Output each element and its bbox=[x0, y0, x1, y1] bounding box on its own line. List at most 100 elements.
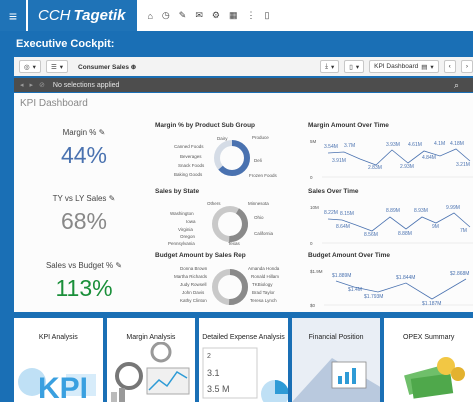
data-label: 9.99M bbox=[446, 205, 460, 211]
donut-sales-by-state[interactable]: Others Minnesota Washington Iowa Virgini… bbox=[162, 199, 302, 251]
donut-label: Frozen Foods bbox=[249, 173, 278, 178]
tile-label-overlay: Financial Position bbox=[308, 334, 364, 341]
tile-label: Margin Analysis bbox=[126, 334, 176, 341]
kpi-margin[interactable]: Margin % ✎ 44% bbox=[24, 128, 144, 169]
donut-margin-subgroup[interactable]: Dairy Produce Canned Foods Beverages Sna… bbox=[162, 133, 302, 185]
chart-title-budget-over-time: Budget Amount Over Time bbox=[308, 252, 390, 259]
page-title: Executive Cockpit: bbox=[16, 38, 115, 50]
donut-label: Snack Foods bbox=[178, 163, 205, 168]
donut-label: Produce bbox=[252, 135, 269, 140]
data-label: $1.4M bbox=[348, 287, 362, 293]
mail-icon[interactable]: ✉ bbox=[195, 10, 203, 21]
donut-label: Dairy bbox=[217, 136, 228, 141]
data-label: 7M bbox=[460, 228, 467, 234]
chevron-down-icon: ▾ bbox=[331, 63, 335, 71]
svg-text:3.5 M: 3.5 M bbox=[207, 384, 230, 394]
donut-label: Ronald Hillam bbox=[251, 274, 279, 279]
donut-label: Virginia bbox=[178, 227, 193, 232]
search-icon[interactable]: ⌕ bbox=[454, 80, 459, 91]
donut-label: Teresa Lynch bbox=[250, 298, 277, 303]
forward-step-icon[interactable]: ▸ bbox=[30, 81, 34, 89]
chart-title-margin-subgroup: Margin % by Product Sub Group bbox=[155, 122, 256, 129]
donut-label: Canned Foods bbox=[174, 144, 204, 149]
brand-left: CCH bbox=[38, 7, 71, 24]
tile-opex-summary[interactable]: OPEX Summary bbox=[384, 318, 473, 402]
donut-label: Iowa bbox=[186, 219, 196, 224]
chevron-left-icon: ‹ bbox=[448, 63, 451, 70]
data-label: 8.89M bbox=[386, 208, 400, 214]
filter-label[interactable]: Consumer Sales ⊕ bbox=[78, 63, 136, 71]
home-icon[interactable]: ⌂ bbox=[147, 11, 152, 21]
next-sheet-button[interactable]: › bbox=[460, 60, 473, 73]
back-step-icon[interactable]: ◂ bbox=[20, 81, 24, 89]
data-label: 8.22M bbox=[324, 210, 338, 216]
kpi-label: TY vs LY Sales ✎ bbox=[52, 194, 116, 203]
bookmark-icon: ▯ bbox=[349, 63, 353, 71]
data-label: 8.15M bbox=[340, 211, 354, 217]
pencil-icon: ✎ bbox=[115, 261, 123, 270]
data-label: 8.93M bbox=[414, 208, 428, 214]
tile-financial-position[interactable]: Financial Position Financial Position bbox=[291, 318, 381, 402]
donut-label: Martha Richards bbox=[174, 274, 208, 279]
kpi-label: Sales vs Budget % ✎ bbox=[45, 261, 123, 270]
data-label: $1.187M bbox=[422, 301, 441, 307]
brand-logo[interactable]: CCH Tagetik bbox=[28, 0, 138, 31]
kpi-dashboard-panel: KPI Dashboard Margin % ✎ 44% TY vs LY Sa… bbox=[14, 93, 473, 312]
data-label: 9M bbox=[432, 224, 439, 230]
menu-icon[interactable]: ≡ bbox=[0, 0, 26, 31]
data-label: 2.93M bbox=[400, 164, 414, 170]
bookmark-dropdown[interactable]: ▯ ▾ bbox=[344, 60, 365, 73]
grid-icon[interactable]: ▦ bbox=[229, 10, 238, 21]
kpi-value: 68% bbox=[60, 208, 108, 234]
selections-bar: ◂ ▸ ⊘ No selections applied ⌕ bbox=[14, 78, 473, 92]
tile-label: OPEX Summary bbox=[402, 334, 455, 341]
list-dropdown[interactable]: ☰ ▾ bbox=[45, 60, 69, 73]
line-margin-over-time[interactable]: 5M 0 3.54M 3.7M 3.91M 2.83M 3.93M 2.93M … bbox=[310, 135, 473, 183]
line-budget-over-time[interactable]: $1.9M $0 $1.889M $1.4M $1.793M $1.844M $… bbox=[310, 265, 473, 311]
data-label: 3.21M bbox=[456, 162, 470, 168]
donut-label: Others bbox=[207, 201, 221, 206]
axis-label: 0 bbox=[310, 241, 313, 246]
kpi-sales-vs-budget[interactable]: Sales vs Budget % ✎ 113% bbox=[24, 261, 144, 302]
document-icon[interactable]: ▯ bbox=[264, 10, 269, 21]
donut-label: Deli bbox=[254, 158, 262, 163]
toolbar-right: ⤓ ▾ ▯ ▾ KPI Dashboard ▤ ▾ ‹ › bbox=[315, 60, 473, 73]
donut-label: California bbox=[254, 231, 274, 236]
clear-selections-icon[interactable]: ⊘ bbox=[39, 81, 45, 89]
data-label: 3.54M bbox=[324, 144, 338, 150]
line-sales-over-time[interactable]: 10M 0 8.22M 8.15M 8.64M 8.56M 8.89M 8.88… bbox=[310, 201, 473, 249]
kpi-value: 44% bbox=[60, 142, 108, 168]
donut-budget-by-rep[interactable]: Donna Brown Martha Richards Judy Rowsell… bbox=[162, 263, 302, 311]
tile-label: KPI Analysis bbox=[38, 334, 78, 341]
navigation-tiles: KPI Analysis KPI Margin Analysis Detaile… bbox=[14, 318, 473, 402]
export-dropdown[interactable]: ⤓ ▾ bbox=[320, 60, 340, 73]
settings-icon[interactable]: ⚙ bbox=[212, 10, 220, 21]
data-label: 2.83M bbox=[368, 165, 382, 171]
donut-label: TKBiology bbox=[252, 282, 273, 287]
sheet-select[interactable]: KPI Dashboard ▤ ▾ bbox=[369, 60, 439, 73]
kpi-ty-vs-ly[interactable]: TY vs LY Sales ✎ 68% bbox=[24, 194, 144, 235]
gears-chart-illustration-icon bbox=[110, 342, 190, 402]
data-label: 8.64M bbox=[336, 224, 350, 230]
data-label: 8.88M bbox=[398, 231, 412, 237]
tile-detailed-expense-analysis[interactable]: Detailed Expense Analysis 2 3.1 3.5 M bbox=[199, 318, 288, 402]
kpi-illustration-icon: KPI bbox=[18, 368, 96, 402]
tool-icon[interactable]: ✎ bbox=[179, 10, 187, 21]
donut-label: Ohio bbox=[254, 215, 264, 220]
svg-text:3.1: 3.1 bbox=[207, 368, 220, 378]
data-label: 4.1M bbox=[434, 141, 445, 147]
tile-kpi-analysis[interactable]: KPI Analysis KPI bbox=[14, 318, 103, 402]
donut-label: Judy Rowsell bbox=[180, 282, 207, 287]
tile-margin-analysis[interactable]: Margin Analysis bbox=[106, 318, 196, 402]
more-icon[interactable]: ⋮ bbox=[246, 10, 255, 21]
sheet-name: KPI Dashboard bbox=[374, 63, 419, 70]
app-topbar: ≡ CCH Tagetik ⌂ ◷ ✎ ✉ ⚙ ▦ ⋮ ▯ bbox=[0, 0, 473, 31]
prev-sheet-button[interactable]: ‹ bbox=[443, 60, 456, 73]
financial-illustration-icon bbox=[291, 318, 381, 402]
chevron-down-icon: ▾ bbox=[430, 63, 434, 71]
data-label: 8.56M bbox=[364, 232, 378, 238]
donut-label: Washington bbox=[170, 211, 194, 216]
clock-icon[interactable]: ◷ bbox=[162, 10, 170, 21]
compass-dropdown[interactable]: ◎ ▾ bbox=[19, 60, 41, 73]
data-label: 4.18M bbox=[450, 141, 464, 147]
